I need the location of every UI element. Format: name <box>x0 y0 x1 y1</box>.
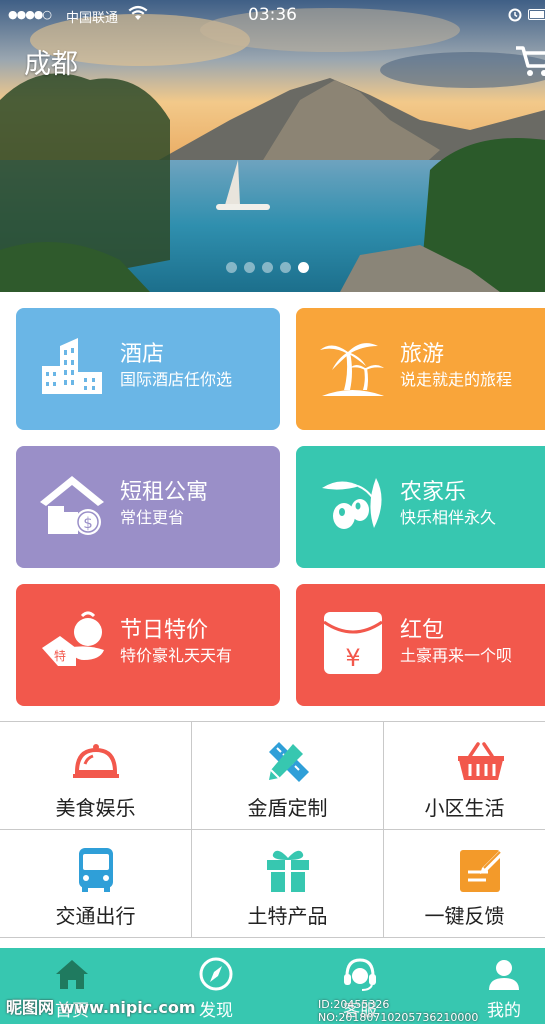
card-title: 红包 <box>400 618 445 643</box>
bus-icon <box>79 848 113 892</box>
olive-fruit-icon <box>322 478 382 529</box>
compass-icon <box>198 956 234 992</box>
alarm-clock-icon <box>508 8 522 22</box>
hero-banner[interactable]: ●●●●○ 中国联通 03:36 成都 <box>0 0 545 292</box>
service-food-entertainment[interactable]: 美食娱乐 <box>0 722 192 830</box>
service-transport[interactable]: 交通出行 <box>0 830 192 938</box>
banner-landscape-image <box>0 0 545 292</box>
card-subtitle: 说走就走的旅程 <box>400 370 513 389</box>
hotel-building-icon <box>42 338 102 394</box>
app-screen: ●●●●○ 中国联通 03:36 成都 酒店 国际酒店任你选 旅游 说走就走的旅… <box>0 0 545 1024</box>
red-envelope-icon: ¥ <box>323 612 383 674</box>
card-subtitle: 常住更省 <box>120 508 185 527</box>
city-selector[interactable]: 成都 <box>24 42 78 81</box>
watermark-id: ID:20455326 NO:20180710205736210000 <box>318 998 479 1024</box>
card-subtitle: 快乐相伴永久 <box>400 508 497 527</box>
card-title: 节日特价 <box>120 618 209 643</box>
pagination-dot[interactable] <box>244 262 255 273</box>
card-short-rental[interactable]: $ 短租公寓 常住更省 <box>16 446 280 568</box>
card-title: 旅游 <box>400 342 445 367</box>
service-label: 交通出行 <box>55 904 136 928</box>
service-community[interactable]: 小区生活 <box>384 722 545 830</box>
card-hotel[interactable]: 酒店 国际酒店任你选 <box>16 308 280 430</box>
status-time: 03:36 <box>248 5 297 25</box>
card-red-envelope[interactable]: ¥ 红包 土豪再来一个呗 <box>296 584 545 706</box>
gift-box-icon <box>267 850 309 892</box>
svg-text:$: $ <box>83 514 93 532</box>
home-icon <box>54 956 90 992</box>
palm-tree-icon <box>320 343 384 396</box>
service-local-products[interactable]: 土特产品 <box>192 830 384 938</box>
status-bar: ●●●●○ 中国联通 03:36 <box>0 0 545 32</box>
watermark-site: 昵图网 www.nipic.com <box>6 998 196 1017</box>
svg-text:¥: ¥ <box>345 644 360 672</box>
battery-icon <box>528 9 545 20</box>
card-subtitle: 特价豪礼天天有 <box>120 646 233 665</box>
house-coin-icon: $ <box>40 476 104 535</box>
card-farm-stay[interactable]: 农家乐 快乐相伴永久 <box>296 446 545 568</box>
pagination-dot[interactable] <box>226 262 237 273</box>
service-feedback[interactable]: 一键反馈 <box>384 830 545 938</box>
user-icon <box>486 956 522 992</box>
service-label: 土特产品 <box>247 904 328 928</box>
shopping-cart-icon[interactable] <box>514 44 545 78</box>
pencil-ruler-icon <box>269 742 309 782</box>
service-label: 金盾定制 <box>247 796 328 820</box>
service-label: 小区生活 <box>424 796 505 820</box>
service-custom[interactable]: 金盾定制 <box>192 722 384 830</box>
banner-pagination <box>226 262 309 273</box>
card-travel[interactable]: 旅游 说走就走的旅程 <box>296 308 545 430</box>
pagination-dot[interactable] <box>262 262 273 273</box>
card-title: 酒店 <box>120 342 165 367</box>
pagination-dot-active[interactable] <box>298 262 309 273</box>
pagination-dot[interactable] <box>280 262 291 273</box>
service-label: 美食娱乐 <box>55 796 136 820</box>
headset-icon <box>342 956 378 992</box>
card-subtitle: 国际酒店任你选 <box>120 370 233 389</box>
services-grid: 美食娱乐 金盾定制 小区生活 交通出行 土特产品 一键反馈 <box>0 721 545 939</box>
card-title: 短租公寓 <box>120 480 209 505</box>
shopping-basket-icon <box>458 742 504 780</box>
service-label: 一键反馈 <box>424 904 505 928</box>
svg-text:特: 特 <box>54 648 66 663</box>
card-title: 农家乐 <box>400 480 467 505</box>
card-subtitle: 土豪再来一个呗 <box>400 646 513 665</box>
price-tag-icon: 特 <box>42 611 104 666</box>
feedback-note-icon <box>460 850 504 892</box>
card-holiday-deals[interactable]: 特 节日特价 特价豪礼天天有 <box>16 584 280 706</box>
food-cloche-icon <box>73 744 119 778</box>
